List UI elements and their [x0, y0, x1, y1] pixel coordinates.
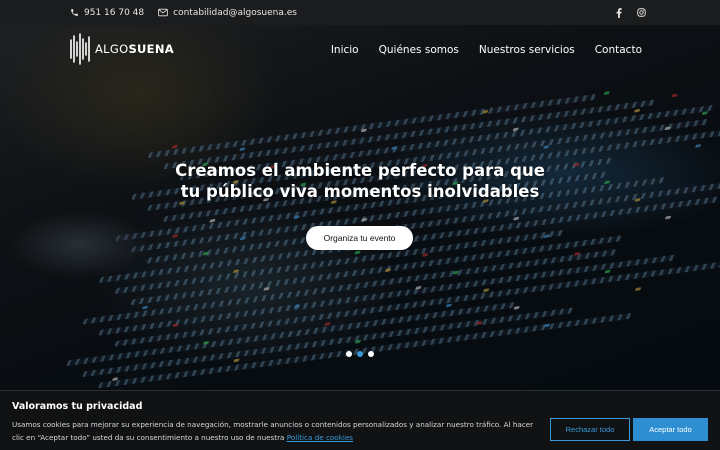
nav-quienes-somos[interactable]: Quiénes somos	[379, 44, 459, 56]
hero-headline-line1: Creamos el ambiente perfecto para que	[175, 161, 545, 180]
slider-dot[interactable]	[357, 351, 363, 357]
cookie-text: Usamos cookies para mejorar su experienc…	[12, 419, 542, 444]
organiza-evento-button[interactable]: Organiza tu evento	[306, 226, 413, 250]
phone-number: 951 16 70 48	[84, 7, 145, 18]
logo-text: ALGOSUENA	[95, 42, 174, 56]
accept-all-button[interactable]: Aceptar todo	[633, 418, 708, 441]
reject-all-button[interactable]: Rechazar todo	[550, 418, 630, 441]
soundwave-logo-icon	[70, 33, 90, 65]
slider-dots	[346, 351, 379, 357]
social-links	[604, 0, 648, 25]
hero-overlay	[0, 25, 720, 390]
envelope-icon	[158, 8, 168, 18]
logo-text-bold: SUENA	[128, 42, 174, 56]
site-logo[interactable]: ALGOSUENA	[69, 32, 174, 66]
facebook-icon[interactable]	[612, 6, 626, 20]
main-nav: Inicio Quiénes somos Nuestros servicios …	[311, 44, 642, 56]
nav-inicio[interactable]: Inicio	[331, 44, 359, 56]
hero-headline-line2: tu público viva momentos inolvidables	[180, 182, 540, 201]
phone-icon	[69, 8, 79, 18]
nav-nuestros-servicios[interactable]: Nuestros servicios	[479, 44, 575, 56]
hero-headline: Creamos el ambiente perfecto para que tu…	[0, 160, 720, 202]
slider-dot[interactable]	[368, 351, 374, 357]
instagram-icon[interactable]	[634, 6, 648, 20]
cookie-policy-link[interactable]: Política de cookies	[287, 433, 353, 442]
nav-contacto[interactable]: Contacto	[595, 44, 642, 56]
contact-info: 951 16 70 48 contabilidad@algosuena.es	[69, 0, 311, 25]
cookie-title: Valoramos tu privacidad	[12, 401, 143, 412]
cookie-body: Usamos cookies para mejorar su experienc…	[12, 420, 534, 442]
email-link[interactable]: contabilidad@algosuena.es	[158, 8, 297, 18]
logo-text-light: ALGO	[95, 42, 129, 56]
top-bar: 951 16 70 48 contabilidad@algosuena.es	[0, 0, 720, 25]
email-address: contabilidad@algosuena.es	[173, 7, 297, 18]
phone-link[interactable]: 951 16 70 48	[69, 8, 144, 18]
hero-banner	[0, 25, 720, 390]
slider-dot[interactable]	[346, 351, 352, 357]
